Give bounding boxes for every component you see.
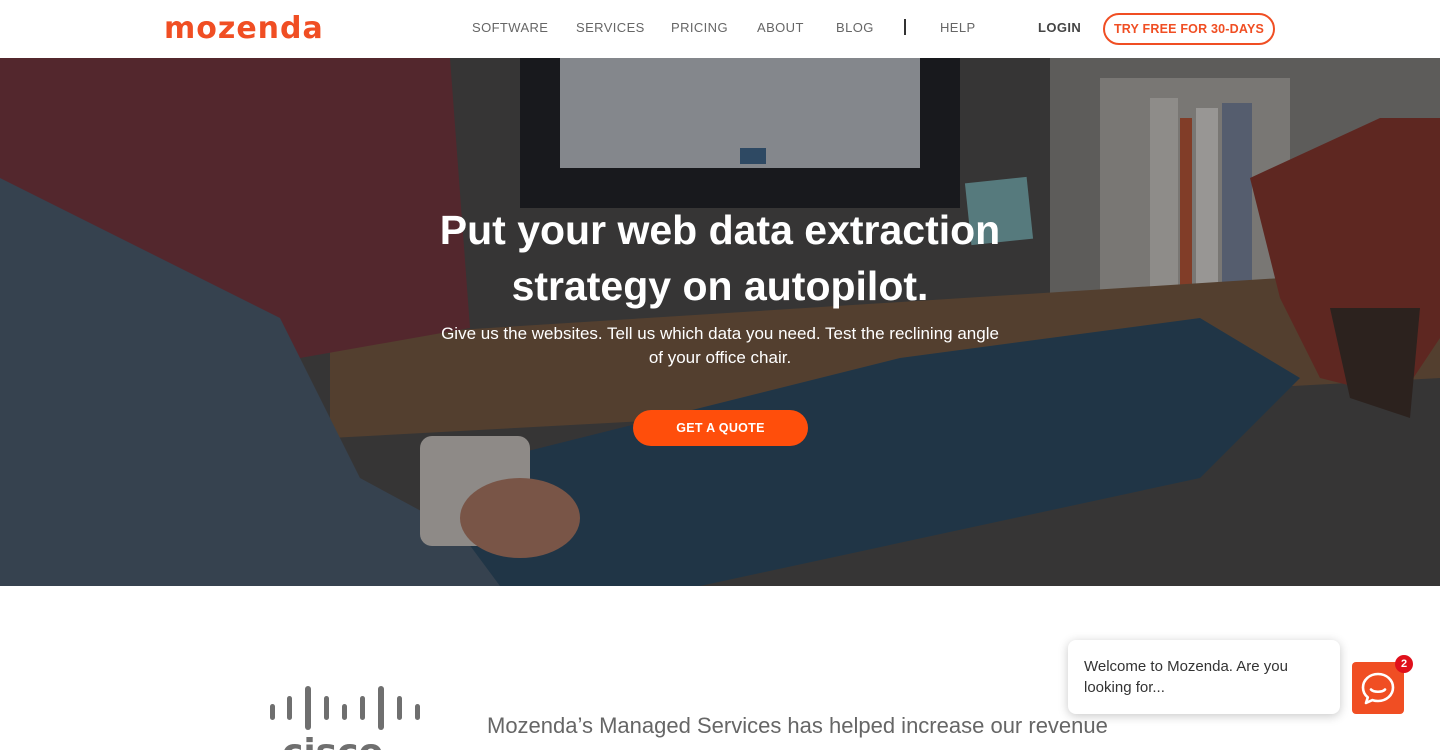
nav-software[interactable]: SOFTWARE — [472, 20, 548, 36]
site-header: mozenda SOFTWARE SERVICES PRICING ABOUT … — [0, 0, 1440, 58]
hero-section: Put your web data extraction strategy on… — [0, 58, 1440, 586]
login-link[interactable]: LOGIN — [1038, 20, 1081, 36]
nav-blog[interactable]: BLOG — [836, 20, 874, 36]
hero-heading-line2: strategy on autopilot. — [511, 263, 929, 309]
cisco-logo: cisco — [270, 686, 420, 750]
hero-subtitle: Give us the websites. Tell us which data… — [441, 324, 999, 367]
nav-help[interactable]: HELP — [940, 20, 976, 36]
nav-divider — [904, 19, 906, 35]
testimonial-quote: Mozenda’s Managed Services has helped in… — [487, 713, 1108, 738]
nav-about[interactable]: ABOUT — [757, 20, 804, 36]
cisco-wordmark: cisco — [282, 732, 383, 750]
chat-welcome-bubble[interactable]: Welcome to Mozenda. Are you looking for.… — [1068, 640, 1340, 714]
nav-services[interactable]: SERVICES — [576, 20, 645, 36]
get-a-quote-button[interactable]: GET A QUOTE — [633, 410, 808, 446]
hero-heading-line1: Put your web data extraction — [439, 207, 1001, 253]
chat-icon — [1361, 672, 1395, 705]
chat-notification-badge: 2 — [1395, 655, 1413, 673]
nav-pricing[interactable]: PRICING — [671, 20, 728, 36]
try-free-button[interactable]: TRY FREE FOR 30-DAYS — [1103, 13, 1275, 45]
hero-heading: Put your web data extraction strategy on… — [370, 202, 1070, 314]
